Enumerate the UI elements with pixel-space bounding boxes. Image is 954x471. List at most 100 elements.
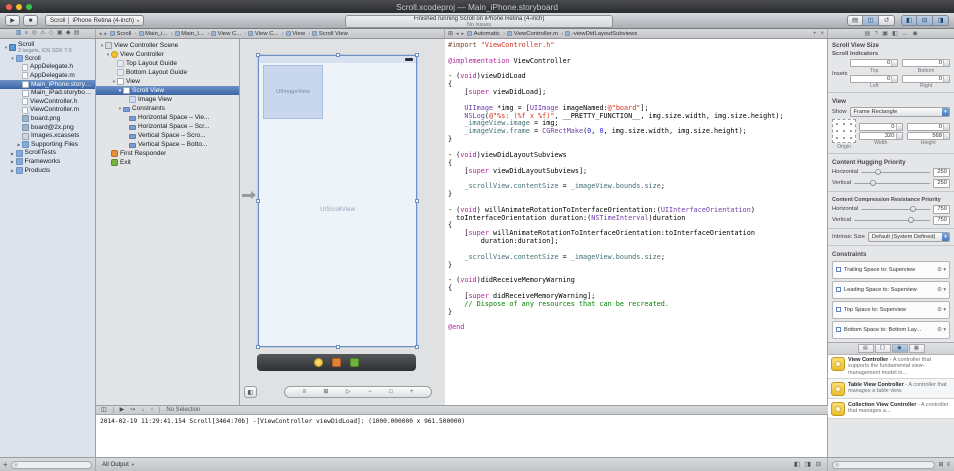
forward-button[interactable]: ▸ bbox=[462, 31, 465, 37]
outline-row[interactable]: ▼ Scroll View bbox=[96, 86, 239, 95]
outline-row[interactable]: ▼ View bbox=[96, 77, 239, 86]
x-input[interactable]: 0 bbox=[859, 123, 903, 131]
add-file-button[interactable]: + bbox=[3, 461, 8, 469]
show-dropdown[interactable]: Frame Rectangle bbox=[850, 107, 950, 117]
file-row[interactable]: Main_iPhone.storyboard bbox=[0, 80, 95, 89]
library-tab[interactable]: ▦ bbox=[909, 344, 925, 353]
inspector-tab[interactable]: ◧ bbox=[892, 31, 897, 37]
pin-button[interactable]: ⊞ bbox=[323, 389, 328, 395]
inset-input[interactable]: 0 bbox=[902, 75, 950, 83]
gear-icon[interactable]: ⚙ ▾ bbox=[937, 287, 946, 293]
compression-vertical-slider[interactable] bbox=[854, 216, 930, 225]
library-tab[interactable]: { } bbox=[875, 344, 891, 353]
file-row[interactable]: ▼ Scroll 2 targets, iOS SDK 7.0 bbox=[0, 41, 95, 55]
intrinsic-size-dropdown[interactable]: Default (System Defined) bbox=[868, 232, 950, 242]
hugging-vertical-slider[interactable] bbox=[854, 179, 930, 188]
back-button[interactable]: ◂ bbox=[99, 31, 102, 37]
outline-row[interactable]: Horizontal Space – Vie... bbox=[96, 113, 239, 122]
file-row[interactable]: board.png bbox=[0, 115, 95, 124]
interface-builder-canvas[interactable]: UIImageView UIScrollView ◧ ≡ ⊞ ▷ − □ + bbox=[240, 39, 445, 405]
library-grid-toggle[interactable]: ⊞ bbox=[938, 461, 943, 468]
resize-handle[interactable] bbox=[256, 345, 260, 349]
outline-row[interactable]: Vertical Space – Scro... bbox=[96, 131, 239, 140]
compression-horizontal-field[interactable]: 750 bbox=[933, 205, 950, 214]
file-row[interactable]: ▶ Products bbox=[0, 166, 95, 175]
forward-button[interactable]: ▸ bbox=[105, 31, 108, 37]
width-input[interactable]: 320 bbox=[859, 132, 903, 140]
debug-location[interactable]: No Selection bbox=[166, 407, 200, 413]
hugging-vertical-field[interactable]: 250 bbox=[933, 179, 950, 188]
align-button[interactable]: ≡ bbox=[302, 389, 306, 395]
slider-thumb[interactable] bbox=[875, 169, 881, 175]
close-window-button[interactable] bbox=[6, 4, 12, 10]
view-toggle-button[interactable]: ◧ bbox=[901, 15, 917, 26]
zoom-fit-button[interactable]: □ bbox=[389, 389, 393, 395]
hugging-horizontal-field[interactable]: 250 bbox=[933, 168, 950, 177]
resolve-auto-layout-button[interactable]: ▷ bbox=[346, 389, 351, 395]
inset-input[interactable]: 0 bbox=[850, 59, 898, 67]
compression-vertical-field[interactable]: 750 bbox=[933, 216, 950, 225]
inspector-tab[interactable]: ? bbox=[874, 31, 877, 37]
console-output-filter[interactable]: All Output bbox=[102, 461, 129, 468]
outline-row[interactable]: Image View bbox=[96, 95, 239, 104]
gear-icon[interactable]: ⚙ ▾ bbox=[937, 327, 946, 333]
trash-icon[interactable]: ⊟ bbox=[816, 461, 821, 468]
hugging-horizontal-slider[interactable] bbox=[861, 168, 930, 177]
constraint-card[interactable]: Bottom Space to: Bottom Lay... ⚙ ▾ bbox=[832, 321, 950, 339]
step-out-button[interactable]: ↑ bbox=[150, 407, 153, 413]
close-assistant-editor-button[interactable]: × bbox=[820, 31, 824, 37]
disclosure-triangle[interactable]: ▼ bbox=[10, 56, 16, 61]
resize-handle[interactable] bbox=[256, 199, 260, 203]
view-controller-scene[interactable]: UIImageView UIScrollView bbox=[258, 55, 417, 347]
outline-row[interactable]: Vertical Space – Botto... bbox=[96, 140, 239, 149]
jumpbar-crumb[interactable]: Scroll View bbox=[312, 31, 348, 37]
debug-console[interactable]: 2014-02-19 11:29:41.154 Scroll[3464:70b]… bbox=[96, 415, 828, 457]
step-over-button[interactable]: ↪ bbox=[130, 407, 135, 413]
inspector-tab[interactable]: ◉ bbox=[912, 31, 917, 37]
navigator-tab[interactable]: ▥ bbox=[16, 31, 21, 37]
resize-handle[interactable] bbox=[415, 53, 419, 57]
source-editor[interactable]: #import "ViewController.h" @implementati… bbox=[445, 39, 828, 405]
hide-debug-area-button[interactable]: ◫ bbox=[101, 407, 107, 413]
disclosure-triangle[interactable]: ▶ bbox=[10, 159, 16, 164]
outline-row[interactable]: Exit bbox=[96, 158, 239, 167]
editor-mode-button[interactable]: ◫ bbox=[863, 15, 879, 26]
code-area[interactable]: #import "ViewController.h" @implementati… bbox=[445, 39, 827, 332]
back-button[interactable]: ◂ bbox=[456, 31, 459, 37]
jumpbar-crumb[interactable]: Scroll bbox=[110, 31, 137, 37]
gear-icon[interactable]: ⚙ ▾ bbox=[937, 307, 946, 313]
gear-icon[interactable]: ⚙ ▾ bbox=[937, 267, 946, 273]
library-tab[interactable]: ◉ bbox=[892, 344, 908, 353]
library-list-toggle[interactable]: ≡ bbox=[946, 462, 950, 468]
disclosure-triangle[interactable]: ▶ bbox=[10, 168, 16, 173]
file-row[interactable]: Images.xcassets bbox=[0, 132, 95, 141]
outline-row[interactable]: ▼ View Controller bbox=[96, 50, 239, 59]
disclosure-triangle[interactable]: ▶ bbox=[10, 151, 16, 156]
zoom-window-button[interactable] bbox=[26, 4, 32, 10]
jumpbar-crumb[interactable]: View bbox=[286, 31, 311, 37]
height-input[interactable]: 568 bbox=[907, 132, 951, 140]
exit-icon[interactable] bbox=[350, 358, 359, 367]
library-item[interactable]: Collection View Controller - A controlle… bbox=[828, 399, 954, 419]
file-row[interactable]: AppDelegate.h bbox=[0, 63, 95, 72]
step-into-button[interactable]: ↓ bbox=[141, 407, 144, 413]
outline-row[interactable]: Horizontal Space – Scr... bbox=[96, 122, 239, 131]
window-title-bar[interactable]: Scroll.xcodeproj — Main_iPhone.storyboar… bbox=[0, 0, 954, 13]
navigator-tab[interactable]: ◆ bbox=[66, 31, 70, 37]
navigator-filter-field[interactable]: ◎ bbox=[11, 461, 92, 469]
library-item[interactable]: View Controller - A controller that supp… bbox=[828, 355, 954, 380]
navigator-tab[interactable]: ⚠ bbox=[40, 31, 45, 37]
run-button[interactable]: ▶ bbox=[5, 15, 20, 26]
jumpbar-crumb[interactable]: Automatic bbox=[467, 31, 505, 37]
console-view-toggle[interactable]: ◨ bbox=[805, 461, 811, 468]
navigator-tab[interactable]: ◎ bbox=[32, 31, 37, 37]
file-row[interactable]: ▶ ScrollTests bbox=[0, 149, 95, 158]
jumpbar-crumb[interactable]: ViewController.m bbox=[507, 31, 563, 37]
minimize-window-button[interactable] bbox=[16, 4, 22, 10]
outline-row[interactable]: ▼ Constraints bbox=[96, 104, 239, 113]
stop-button[interactable]: ■ bbox=[23, 15, 38, 26]
view-controller-icon[interactable] bbox=[314, 358, 323, 367]
scheme-selector[interactable]: Scroll iPhone Retina (4-inch) ▾ bbox=[45, 15, 144, 26]
related-items-icon[interactable]: ⊞ bbox=[448, 30, 453, 37]
view-toggle-button[interactable]: ⊟ bbox=[917, 15, 933, 26]
